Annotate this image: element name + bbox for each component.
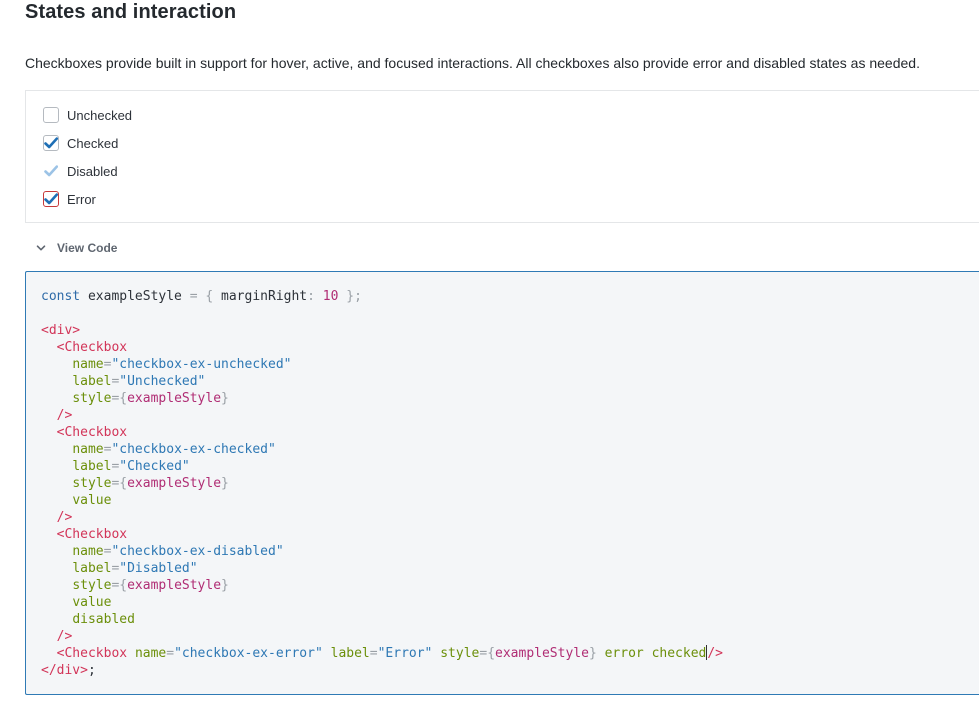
code-token: checked [651, 646, 707, 661]
code-token: exampleStyle [495, 646, 589, 661]
checkbox-example-panel: Unchecked Checked Disabled Error [25, 90, 979, 223]
code-token: const [41, 289, 81, 304]
code-token: "Error" [377, 646, 433, 661]
code-token: ; [87, 663, 96, 678]
code-token: marginRight [221, 289, 308, 304]
checkbox-box-error[interactable] [43, 191, 59, 207]
code-token: </div> [41, 663, 88, 678]
code-token: = [189, 289, 198, 304]
code-token: "checkbox-ex-checked" [111, 442, 276, 457]
checkbox-label: Disabled [67, 163, 118, 179]
code-token: { [119, 578, 128, 593]
code-token: = [479, 646, 488, 661]
code-token: } [221, 476, 229, 491]
chevron-down-icon [36, 245, 46, 251]
code-token: style [440, 646, 480, 661]
code-token: style [72, 578, 112, 593]
code-token: "checkbox-ex-unchecked" [111, 357, 292, 372]
checkbox-box-unchecked[interactable] [43, 107, 59, 123]
code-token: "Unchecked" [119, 374, 206, 389]
code-token: } [221, 391, 229, 406]
code-token: value [72, 493, 112, 508]
code-editor[interactable]: const exampleStyle = { marginRight: 10 }… [25, 271, 979, 695]
code-token: label [72, 374, 112, 389]
code-token: exampleStyle [127, 578, 222, 593]
code-token: { [119, 391, 128, 406]
code-token: } [221, 578, 229, 593]
code-token: name [72, 357, 104, 372]
view-code-toggle[interactable]: View Code [36, 240, 117, 256]
code-token: { [487, 646, 496, 661]
code-token: { [205, 289, 214, 304]
code-token: /> [707, 646, 724, 661]
code-token: name [72, 544, 104, 559]
checkbox-label: Checked [67, 135, 119, 151]
checkbox-box-disabled [43, 163, 59, 179]
code-token: /> [56, 629, 73, 644]
code-token: <div> [41, 323, 81, 338]
checkbox-checked[interactable]: Checked [43, 134, 118, 152]
code-token: style [72, 476, 112, 491]
section-description: Checkboxes provide built in support for … [25, 55, 920, 71]
code-token: value [72, 595, 112, 610]
code-token: label [330, 646, 370, 661]
code-token: name [134, 646, 167, 661]
code-token: 10 [322, 289, 339, 304]
code-token: "checkbox-ex-error" [174, 646, 323, 661]
code-token: /> [56, 408, 73, 423]
code-token: error [604, 646, 644, 661]
code-token: { [119, 476, 128, 491]
code-token: "checkbox-ex-disabled" [111, 544, 284, 559]
checkbox-unchecked[interactable]: Unchecked [43, 106, 132, 124]
code-token: exampleStyle [87, 289, 182, 304]
code-block[interactable]: const exampleStyle = { marginRight: 10 }… [41, 288, 723, 679]
code-token: } [588, 646, 597, 661]
checkbox-label: Error [67, 191, 96, 207]
checkmark-icon [44, 137, 58, 149]
code-token: disabled [72, 612, 135, 627]
code-token: }; [346, 289, 362, 304]
code-token: exampleStyle [127, 476, 222, 491]
code-token: = [369, 646, 378, 661]
code-token: <Checkbox [56, 425, 128, 440]
checkmark-icon [44, 193, 58, 205]
code-token: exampleStyle [127, 391, 222, 406]
checkbox-box-checked[interactable] [43, 135, 59, 151]
code-token: label [72, 459, 112, 474]
code-token: style [72, 391, 112, 406]
code-token: name [72, 442, 104, 457]
code-token: "Disabled" [119, 561, 198, 576]
code-token: = [166, 646, 175, 661]
code-token: "Checked" [119, 459, 190, 474]
code-token: /> [56, 510, 73, 525]
checkmark-icon [44, 165, 58, 177]
checkbox-disabled: Disabled [43, 162, 118, 180]
code-token: <Checkbox [56, 527, 128, 542]
checkbox-error[interactable]: Error [43, 190, 96, 208]
code-token: : [307, 289, 315, 304]
code-token: <Checkbox [56, 646, 128, 661]
checkbox-label: Unchecked [67, 107, 133, 123]
code-token: <Checkbox [56, 340, 128, 355]
section-title: States and interaction [25, 1, 237, 23]
view-code-label: View Code [57, 241, 118, 255]
code-token: label [72, 561, 112, 576]
